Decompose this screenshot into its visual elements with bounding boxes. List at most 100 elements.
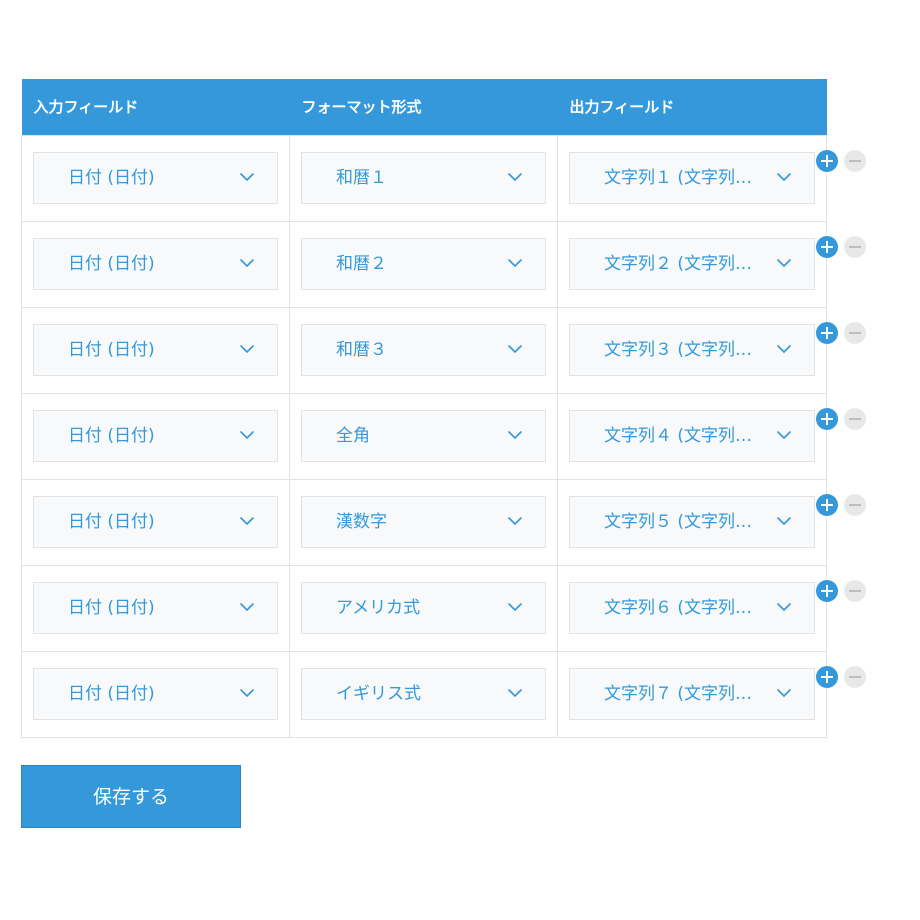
remove-row-button[interactable] <box>844 408 866 430</box>
chevron-down-icon <box>240 603 254 611</box>
remove-row-button[interactable] <box>844 666 866 688</box>
plus-icon-stroke <box>826 241 828 253</box>
format-field-select[interactable]: アメリカ式 <box>301 582 546 634</box>
chevron-down-icon <box>240 431 254 439</box>
chevron-down-icon <box>240 259 254 267</box>
add-row-button[interactable] <box>816 236 838 258</box>
table-header-row: 入力フィールド フォーマット形式 出力フィールド <box>21 79 827 135</box>
add-row-button[interactable] <box>816 666 838 688</box>
chevron-down-icon <box>508 603 522 611</box>
input-field-select[interactable]: 日付 (日付) <box>33 496 278 548</box>
format-field-select[interactable]: 和暦３ <box>301 324 546 376</box>
output-field-select[interactable]: 文字列１ (文字列１行) <box>569 152 815 204</box>
output-field-select[interactable]: 文字列２ (文字列１行) <box>569 238 815 290</box>
row-action-group <box>816 236 876 260</box>
plus-icon-stroke <box>826 327 828 339</box>
chevron-down-icon <box>777 603 791 611</box>
select-value: 和暦２ <box>336 254 387 274</box>
minus-icon <box>849 504 861 506</box>
row-action-group <box>816 408 876 432</box>
output-field-select[interactable]: 文字列７ (文字列１行) <box>569 668 815 720</box>
select-value: 日付 (日付) <box>68 598 155 618</box>
select-value: 文字列１ (文字列１行) <box>604 168 758 188</box>
cell-output: 文字列１ (文字列１行) <box>557 134 827 222</box>
chevron-down-icon <box>777 689 791 697</box>
cell-output: 文字列７ (文字列１行) <box>557 650 827 738</box>
plus-icon-stroke <box>826 155 828 167</box>
table-row: 日付 (日付) 漢数字 文字列５ (文字列１行) <box>21 478 827 566</box>
minus-icon <box>849 590 861 592</box>
row-action-group <box>816 666 876 690</box>
input-field-select[interactable]: 日付 (日付) <box>33 668 278 720</box>
select-value: 日付 (日付) <box>68 684 155 704</box>
add-row-button[interactable] <box>816 150 838 172</box>
input-field-select[interactable]: 日付 (日付) <box>33 152 278 204</box>
cell-format: 漢数字 <box>289 478 558 566</box>
add-row-button[interactable] <box>816 408 838 430</box>
select-value: 和暦３ <box>336 340 387 360</box>
table-row: 日付 (日付) 和暦３ 文字列３ (文字列１行) <box>21 306 827 394</box>
cell-format: アメリカ式 <box>289 564 558 652</box>
add-row-button[interactable] <box>816 322 838 344</box>
output-field-select[interactable]: 文字列３ (文字列１行) <box>569 324 815 376</box>
select-value: 文字列３ (文字列１行) <box>604 340 758 360</box>
cell-input: 日付 (日付) <box>21 392 290 480</box>
select-value: アメリカ式 <box>336 598 421 618</box>
add-row-button[interactable] <box>816 580 838 602</box>
chevron-down-icon <box>777 173 791 181</box>
chevron-down-icon <box>777 517 791 525</box>
input-field-select[interactable]: 日付 (日付) <box>33 410 278 462</box>
cell-input: 日付 (日付) <box>21 564 290 652</box>
cell-input: 日付 (日付) <box>21 306 290 394</box>
table-row: 日付 (日付) イギリス式 文字列７ (文字列１行) <box>21 650 827 738</box>
minus-icon <box>849 332 861 334</box>
select-value: 文字列７ (文字列１行) <box>604 684 758 704</box>
remove-row-button[interactable] <box>844 494 866 516</box>
table-row: 日付 (日付) 全角 文字列４ (文字列１行) <box>21 392 827 480</box>
chevron-down-icon <box>240 173 254 181</box>
format-field-select[interactable]: 漢数字 <box>301 496 546 548</box>
chevron-down-icon <box>240 689 254 697</box>
plus-icon-stroke <box>826 585 828 597</box>
format-field-select[interactable]: 全角 <box>301 410 546 462</box>
output-field-select[interactable]: 文字列５ (文字列１行) <box>569 496 815 548</box>
select-value: 日付 (日付) <box>68 168 155 188</box>
cell-output: 文字列４ (文字列１行) <box>557 392 827 480</box>
chevron-down-icon <box>508 517 522 525</box>
remove-row-button[interactable] <box>844 580 866 602</box>
select-value: 日付 (日付) <box>68 512 155 532</box>
chevron-down-icon <box>508 173 522 181</box>
column-header-output: 出力フィールド <box>557 79 827 135</box>
output-field-select[interactable]: 文字列６ (文字列１行) <box>569 582 815 634</box>
remove-row-button[interactable] <box>844 322 866 344</box>
chevron-down-icon <box>777 345 791 353</box>
select-value: 文字列６ (文字列１行) <box>604 598 758 618</box>
add-row-button[interactable] <box>816 494 838 516</box>
format-field-select[interactable]: イギリス式 <box>301 668 546 720</box>
select-value: 文字列２ (文字列１行) <box>604 254 758 274</box>
chevron-down-icon <box>508 259 522 267</box>
select-value: 文字列４ (文字列１行) <box>604 426 758 446</box>
input-field-select[interactable]: 日付 (日付) <box>33 238 278 290</box>
cell-output: 文字列５ (文字列１行) <box>557 478 827 566</box>
chevron-down-icon <box>777 431 791 439</box>
select-value: 漢数字 <box>336 512 387 532</box>
field-mapping-table-wrapper: 入力フィールド フォーマット形式 出力フィールド 日付 (日付) 和暦１ 文字列１ … <box>21 79 827 738</box>
field-mapping-table: 入力フィールド フォーマット形式 出力フィールド 日付 (日付) 和暦１ 文字列１ … <box>21 79 827 738</box>
cell-input: 日付 (日付) <box>21 650 290 738</box>
remove-row-button[interactable] <box>844 236 866 258</box>
output-field-select[interactable]: 文字列４ (文字列１行) <box>569 410 815 462</box>
select-value: 日付 (日付) <box>68 426 155 446</box>
table-row: 日付 (日付) アメリカ式 文字列６ (文字列１行) <box>21 564 827 652</box>
format-field-select[interactable]: 和暦１ <box>301 152 546 204</box>
input-field-select[interactable]: 日付 (日付) <box>33 324 278 376</box>
save-button[interactable]: 保存する <box>21 765 241 828</box>
format-field-select[interactable]: 和暦２ <box>301 238 546 290</box>
cell-output: 文字列６ (文字列１行) <box>557 564 827 652</box>
cell-input: 日付 (日付) <box>21 220 290 308</box>
input-field-select[interactable]: 日付 (日付) <box>33 582 278 634</box>
cell-input: 日付 (日付) <box>21 134 290 222</box>
minus-icon <box>849 160 861 162</box>
row-action-group <box>816 580 876 604</box>
remove-row-button[interactable] <box>844 150 866 172</box>
